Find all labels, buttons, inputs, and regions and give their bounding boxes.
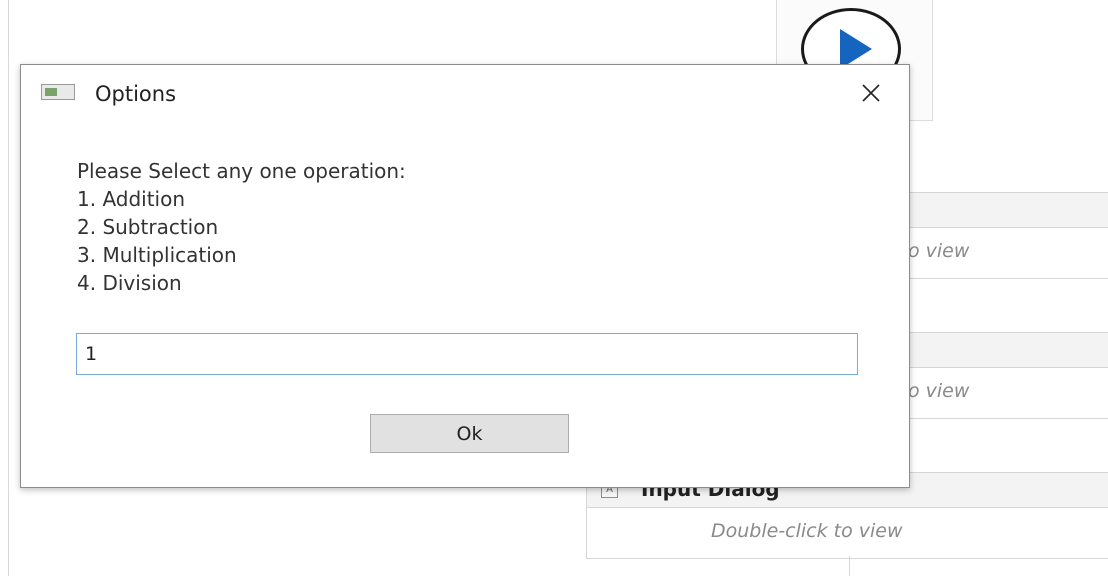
prompt-heading: Please Select any one operation: — [77, 159, 406, 183]
option-subtraction: 2. Subtraction — [77, 215, 219, 239]
activity-hint: o view — [908, 240, 970, 262]
option-division: 4. Division — [77, 271, 182, 295]
prompt-text: Please Select any one operation: 1. Addi… — [77, 157, 406, 297]
flow-connector — [849, 556, 850, 576]
dialog-title: Options — [95, 82, 177, 106]
close-button[interactable] — [847, 73, 897, 113]
activity-body: Double-click to view — [587, 508, 1108, 558]
activity-hint: Double-click to view — [711, 520, 903, 542]
option-multiplication: 3. Multiplication — [77, 243, 237, 267]
option-addition: 1. Addition — [77, 187, 186, 211]
options-dialog: Options Please Select any one operation:… — [20, 64, 910, 488]
window-icon — [41, 84, 75, 100]
ok-button[interactable]: Ok — [370, 414, 569, 453]
activity-hint: o view — [908, 380, 970, 402]
close-icon — [862, 84, 880, 102]
canvas-border — [8, 0, 9, 576]
answer-input[interactable] — [76, 333, 858, 375]
